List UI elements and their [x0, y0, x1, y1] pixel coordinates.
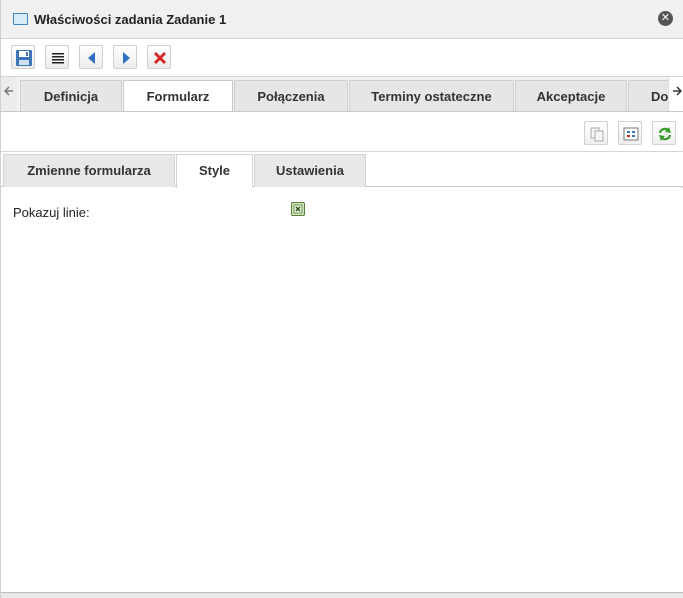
- layout-button[interactable]: [618, 121, 642, 145]
- form-sub-tab-strip: Zmienne formularza Style Ustawienia: [1, 152, 683, 188]
- next-button[interactable]: [113, 45, 137, 69]
- red-x-icon: [153, 51, 167, 65]
- copy-icon: [590, 127, 604, 142]
- show-lines-checkbox[interactable]: [291, 202, 305, 216]
- toolbar: [1, 39, 683, 77]
- delete-button[interactable]: [147, 45, 171, 69]
- title-bar[interactable]: Właściwości zadania Zadanie 1 ✕: [1, 0, 683, 39]
- properties-button[interactable]: [45, 45, 69, 69]
- floppy-icon: [16, 50, 32, 66]
- refresh-button[interactable]: [652, 121, 676, 145]
- tab-zmienne-formularza[interactable]: Zmienne formularza: [3, 154, 175, 187]
- tab-ustawienia[interactable]: Ustawienia: [254, 154, 366, 187]
- checked-x-icon: [293, 204, 303, 214]
- refresh-icon: [658, 127, 672, 141]
- text-lines-icon: [52, 53, 64, 64]
- previous-button[interactable]: [79, 45, 103, 69]
- tab-definicja[interactable]: Definicja: [20, 80, 122, 111]
- arrow-right-icon: [123, 52, 130, 64]
- tab-terminy-ostateczne[interactable]: Terminy ostateczne: [349, 80, 514, 111]
- window-bottom-edge: [1, 592, 683, 598]
- tab-formularz[interactable]: Formularz: [123, 80, 233, 111]
- tab-polaczenia[interactable]: Połączenia: [234, 80, 348, 111]
- form-toolbar: [1, 112, 683, 152]
- arrow-left-icon: [88, 52, 95, 64]
- copy-button[interactable]: [584, 121, 608, 145]
- tab-akceptacje[interactable]: Akceptacje: [515, 80, 627, 111]
- show-lines-label: Pokazuj linie:: [13, 205, 90, 220]
- style-panel: Pokazuj linie:: [1, 188, 683, 592]
- window-title: Właściwości zadania Zadanie 1: [34, 12, 227, 27]
- grid-icon: [623, 127, 639, 141]
- tabs-scroll-left[interactable]: [1, 77, 17, 111]
- arrow-right-icon: [673, 86, 682, 96]
- close-icon[interactable]: ✕: [658, 11, 673, 26]
- window-icon: [13, 13, 28, 25]
- save-button[interactable]: [11, 45, 35, 69]
- task-properties-window: Właściwości zadania Zadanie 1 ✕ Definicj…: [0, 0, 683, 598]
- tabs-scroll-right[interactable]: [668, 77, 683, 111]
- main-tab-strip: Definicja Formularz Połączenia Terminy o…: [1, 77, 683, 112]
- tab-style[interactable]: Style: [176, 154, 253, 188]
- arrow-left-icon: [4, 86, 13, 96]
